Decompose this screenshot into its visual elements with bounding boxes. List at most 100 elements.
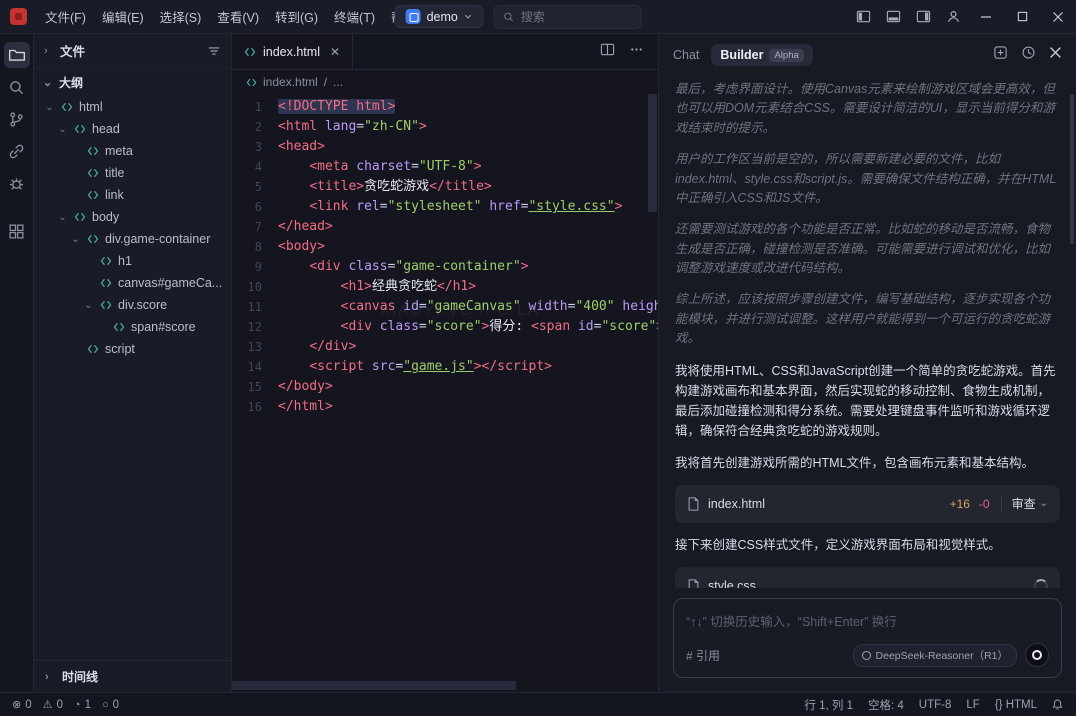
breadcrumb-more[interactable]: ... [333, 75, 343, 89]
toggle-secondary-sidebar-icon[interactable] [908, 0, 938, 33]
code-line-text: <body> [278, 237, 325, 257]
maximize-button[interactable] [1004, 0, 1040, 33]
tab-index-html[interactable]: index.html ✕ [232, 34, 353, 69]
send-button[interactable] [1025, 643, 1049, 667]
breadcrumb-file[interactable]: index.html [263, 75, 318, 89]
split-editor-icon[interactable] [600, 42, 615, 62]
debug-icon[interactable] [4, 170, 30, 196]
toggle-primary-sidebar-icon[interactable] [848, 0, 878, 33]
horizontal-scrollbar[interactable] [232, 681, 516, 690]
line-number: 13 [232, 337, 278, 357]
problems-indicators: ⊗0 ⚠0 ◔1 ○0 [12, 698, 119, 711]
menu-item[interactable]: 选择(S) [152, 3, 210, 30]
tab-builder[interactable]: Builder Alpha [711, 44, 812, 66]
chat-input-placeholder: “↑↓” 切换历史输入，“Shift+Enter” 换行 [686, 611, 1049, 630]
files-section-header[interactable]: › 文件 [34, 34, 231, 68]
close-panel-icon[interactable] [1049, 46, 1062, 64]
status-right-items: 行 1, 列 1 空格: 4 UTF-8 LF {} HTML [804, 697, 1037, 713]
outline-item[interactable]: ⌄head [34, 118, 231, 140]
main-area: › 文件 ⌄ 大纲 ⌄html⌄headmetatitlelink⌄body⌄d… [0, 34, 1076, 692]
outline-item-label: div.game-container [105, 232, 210, 246]
extensions-icon[interactable] [4, 218, 30, 244]
explorer-icon[interactable] [4, 42, 30, 68]
code-lines: 1<!DOCTYPE html>2<html lang="zh-CN">3<he… [232, 97, 658, 417]
chat-input-toolbar: # 引用 DeepSeek-Reasoner（R1） [686, 643, 1049, 667]
line-number: 6 [232, 197, 278, 217]
menu-item[interactable]: 编辑(E) [94, 3, 152, 30]
source-control-icon[interactable] [4, 106, 30, 132]
explorer-filter-icon[interactable] [207, 44, 221, 58]
line-number: 2 [232, 117, 278, 137]
outline-item[interactable]: link [34, 184, 231, 206]
code-line: 7</head> [232, 217, 658, 237]
chevron-right-icon: › [45, 671, 55, 683]
vertical-scrollbar[interactable] [648, 94, 657, 212]
model-selector[interactable]: DeepSeek-Reasoner（R1） [853, 644, 1017, 667]
tab-chat[interactable]: Chat [673, 48, 699, 62]
outline-item[interactable]: ⌄div.score [34, 294, 231, 316]
count-value: 0 [25, 699, 31, 711]
outline-item-label: span#score [131, 320, 196, 334]
chat-message-list[interactable]: 最后，考虑界面设计。使用Canvas元素来绘制游戏区域会更高效，但也可以用DOM… [659, 76, 1076, 588]
code-line: 6 <link rel="stylesheet" href="style.css… [232, 197, 658, 217]
chat-scrollbar[interactable] [1070, 94, 1074, 244]
review-button[interactable]: 审查⌄ [1001, 495, 1048, 512]
more-actions-icon[interactable] [629, 42, 644, 62]
outline-item[interactable]: script [34, 338, 231, 360]
outline-item-label: body [92, 210, 119, 224]
references-icon[interactable] [4, 138, 30, 164]
outline-item[interactable]: ⌄body [34, 206, 231, 228]
menu-item[interactable]: 文件(F) [37, 3, 94, 30]
app-logo-icon[interactable] [10, 8, 27, 25]
thinking-paragraph: 还需要测试游戏的各个功能是否正常。比如蛇的移动是否流畅，食物生成是否正确，碰撞检… [675, 220, 1060, 278]
file-card-style.css[interactable]: style.css [675, 567, 1060, 589]
outline-item[interactable]: title [34, 162, 231, 184]
new-session-icon[interactable] [993, 45, 1008, 65]
project-selector[interactable]: demo [395, 5, 484, 28]
outline-item[interactable]: span#score [34, 316, 231, 338]
status-item[interactable]: 行 1, 列 1 [804, 697, 853, 713]
outline-item[interactable]: meta [34, 140, 231, 162]
status-error-count[interactable]: ⊗0 [12, 698, 32, 711]
outline-item[interactable]: h1 [34, 250, 231, 272]
line-number: 8 [232, 237, 278, 257]
line-number: 16 [232, 397, 278, 417]
code-line: 5 <title>贪吃蛇游戏</title> [232, 177, 658, 197]
status-item[interactable]: 空格: 4 [868, 697, 904, 713]
outline-item[interactable]: canvas#gameCa... [34, 272, 231, 294]
close-tab-icon[interactable]: ✕ [330, 45, 340, 59]
menu-item[interactable]: 终端(T) [326, 3, 383, 30]
search-icon[interactable] [4, 74, 30, 100]
close-button[interactable] [1040, 0, 1076, 33]
outline-item[interactable]: ⌄div.game-container [34, 228, 231, 250]
thinking-paragraph: 最后，考虑界面设计。使用Canvas元素来绘制游戏区域会更高效，但也可以用DOM… [675, 80, 1060, 138]
global-search-box[interactable]: 搜索 [494, 5, 642, 29]
code-editor[interactable]: 1<!DOCTYPE html>2<html lang="zh-CN">3<he… [232, 94, 658, 692]
status-item[interactable]: LF [966, 699, 979, 711]
reference-button[interactable]: # 引用 [686, 647, 720, 664]
minimize-button[interactable] [968, 0, 1004, 33]
toggle-panel-icon[interactable] [878, 0, 908, 33]
outline-item[interactable]: ⌄html [34, 96, 231, 118]
status-port-count[interactable]: ○0 [102, 699, 119, 711]
line-number: 11 [232, 297, 278, 317]
status-warning-count[interactable]: ⚠0 [43, 698, 63, 711]
account-icon[interactable] [938, 0, 968, 33]
notifications-bell-icon[interactable] [1051, 698, 1064, 711]
menu-item[interactable]: 查看(V) [209, 3, 267, 30]
chat-input-box[interactable]: “↑↓” 切换历史输入，“Shift+Enter” 换行 # 引用 DeepSe… [673, 598, 1062, 678]
history-icon[interactable] [1021, 45, 1036, 65]
status-item[interactable]: {} HTML [995, 699, 1037, 711]
file-card-index.html[interactable]: index.html+16-0审查⌄ [675, 485, 1060, 523]
breadcrumb[interactable]: index.html / ... [232, 70, 658, 94]
status-item[interactable]: UTF-8 [919, 699, 952, 711]
search-placeholder: 搜索 [521, 8, 545, 25]
menu-item[interactable]: 转到(G) [267, 3, 326, 30]
status-progress-count[interactable]: ◔1 [74, 699, 91, 711]
file-icon [687, 579, 700, 589]
code-line-text: </div> [278, 337, 356, 357]
timeline-section-title: 时间线 [62, 668, 98, 685]
outline-section-header[interactable]: ⌄ 大纲 [34, 68, 231, 96]
sidebar-explorer: › 文件 ⌄ 大纲 ⌄html⌄headmetatitlelink⌄body⌄d… [34, 34, 232, 692]
timeline-section-header[interactable]: › 时间线 [34, 660, 231, 692]
